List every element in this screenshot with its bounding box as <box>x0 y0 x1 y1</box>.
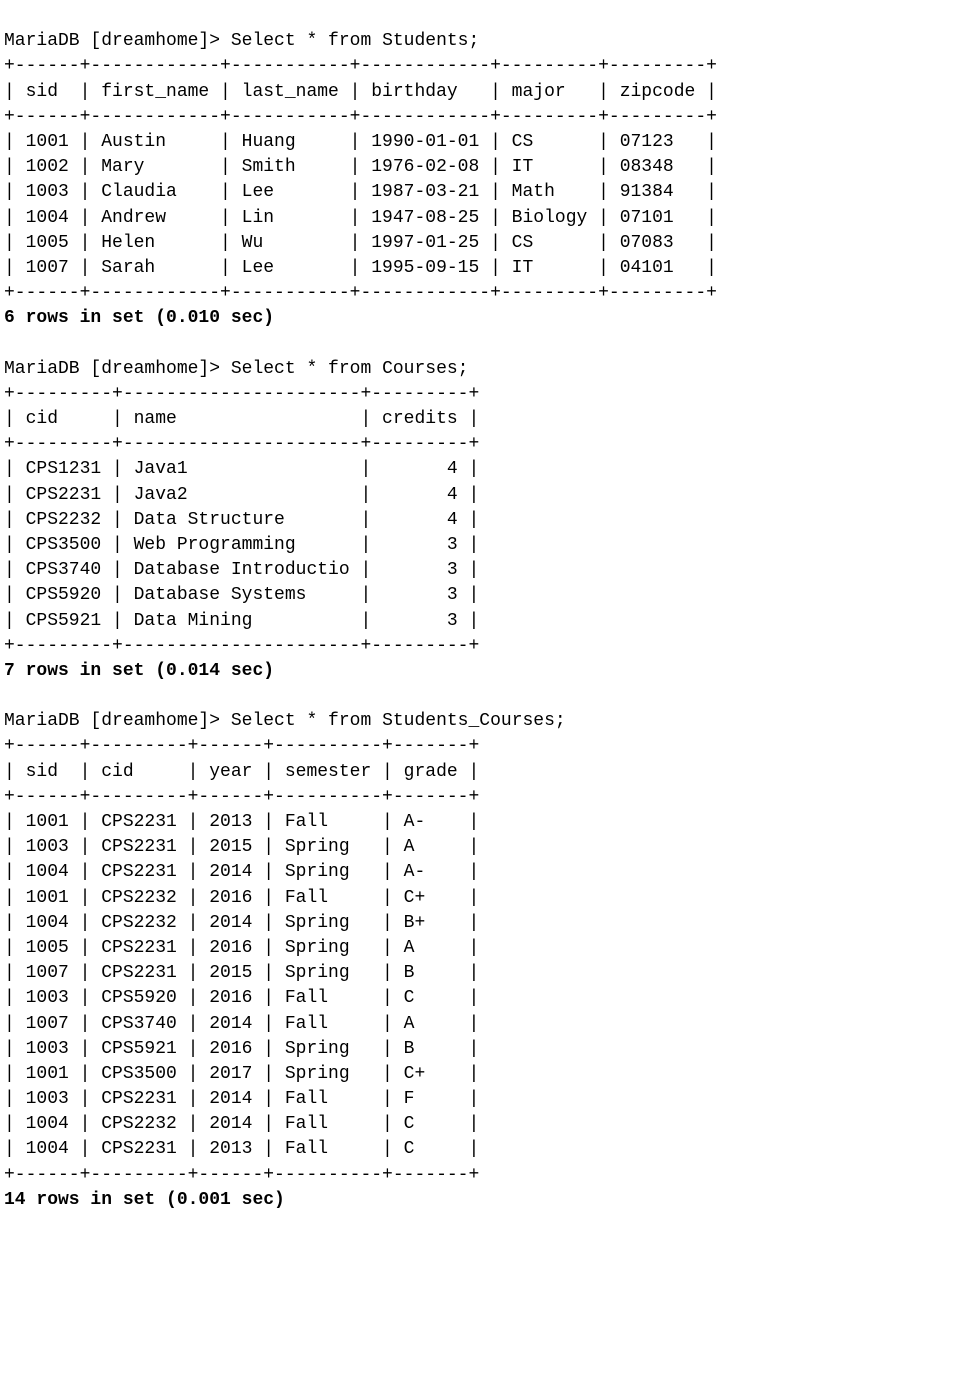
table-border: +---------+----------------------+------… <box>4 636 479 656</box>
table-row: | CPS5920 | Database Systems | 3 | <box>4 585 479 605</box>
table-header: | sid | first_name | last_name | birthda… <box>4 82 717 102</box>
table-row: | 1004 | CPS2232 | 2014 | Fall | C | <box>4 1114 479 1134</box>
table-border: +------+---------+------+----------+----… <box>4 787 479 807</box>
sql-prompt: MariaDB [dreamhome]> <box>4 711 231 731</box>
table-header: | sid | cid | year | semester | grade | <box>4 762 479 782</box>
table-row: | 1005 | CPS2231 | 2016 | Spring | A | <box>4 938 479 958</box>
sql-prompt: MariaDB [dreamhome]> <box>4 31 231 51</box>
table-border: +---------+----------------------+------… <box>4 434 479 454</box>
table-row: | 1004 | CPS2231 | 2013 | Fall | C | <box>4 1139 479 1159</box>
table-row: | 1004 | Andrew | Lin | 1947-08-25 | Bio… <box>4 208 717 228</box>
query-timing: 14 rows in set (0.001 sec) <box>4 1190 285 1210</box>
table-row: | CPS2232 | Data Structure | 4 | <box>4 510 479 530</box>
table-row: | 1003 | CPS5920 | 2016 | Fall | C | <box>4 988 479 1008</box>
table-row: | 1004 | CPS2231 | 2014 | Spring | A- | <box>4 862 479 882</box>
table-row: | 1007 | CPS3740 | 2014 | Fall | A | <box>4 1014 479 1034</box>
table-row: | 1005 | Helen | Wu | 1997-01-25 | CS | … <box>4 233 717 253</box>
table-row: | 1001 | CPS2231 | 2013 | Fall | A- | <box>4 812 479 832</box>
terminal-output: MariaDB [dreamhome]> Select * from Stude… <box>4 29 958 1213</box>
table-row: | 1003 | CPS2231 | 2014 | Fall | F | <box>4 1089 479 1109</box>
table-row: | 1003 | CPS5921 | 2016 | Spring | B | <box>4 1039 479 1059</box>
table-row: | 1003 | Claudia | Lee | 1987-03-21 | Ma… <box>4 182 717 202</box>
table-row: | 1001 | CPS2232 | 2016 | Fall | C+ | <box>4 888 479 908</box>
table-row: | CPS3500 | Web Programming | 3 | <box>4 535 479 555</box>
table-row: | 1002 | Mary | Smith | 1976-02-08 | IT … <box>4 157 717 177</box>
table-border: +------+------------+-----------+-------… <box>4 56 717 76</box>
query-timing: 7 rows in set (0.014 sec) <box>4 661 274 681</box>
table-border: +------+------------+-----------+-------… <box>4 107 717 127</box>
table-row: | 1001 | Austin | Huang | 1990-01-01 | C… <box>4 132 717 152</box>
table-row: | 1001 | CPS3500 | 2017 | Spring | C+ | <box>4 1064 479 1084</box>
table-row: | CPS3740 | Database Introductio | 3 | <box>4 560 479 580</box>
sql-prompt: MariaDB [dreamhome]> <box>4 359 231 379</box>
table-row: | 1003 | CPS2231 | 2015 | Spring | A | <box>4 837 479 857</box>
table-row: | 1004 | CPS2232 | 2014 | Spring | B+ | <box>4 913 479 933</box>
sql-query: Select * from Courses; <box>231 359 469 379</box>
query-timing: 6 rows in set (0.010 sec) <box>4 308 274 328</box>
table-row: | 1007 | CPS2231 | 2015 | Spring | B | <box>4 963 479 983</box>
table-border: +------+---------+------+----------+----… <box>4 1165 479 1185</box>
table-header: | cid | name | credits | <box>4 409 479 429</box>
sql-query: Select * from Students; <box>231 31 479 51</box>
table-border: +---------+----------------------+------… <box>4 384 479 404</box>
table-border: +------+------------+-----------+-------… <box>4 283 717 303</box>
sql-query: Select * from Students_Courses; <box>231 711 566 731</box>
table-row: | CPS1231 | Java1 | 4 | <box>4 459 479 479</box>
table-row: | CPS5921 | Data Mining | 3 | <box>4 611 479 631</box>
table-row: | CPS2231 | Java2 | 4 | <box>4 485 479 505</box>
table-border: +------+---------+------+----------+----… <box>4 736 479 756</box>
table-row: | 1007 | Sarah | Lee | 1995-09-15 | IT |… <box>4 258 717 278</box>
